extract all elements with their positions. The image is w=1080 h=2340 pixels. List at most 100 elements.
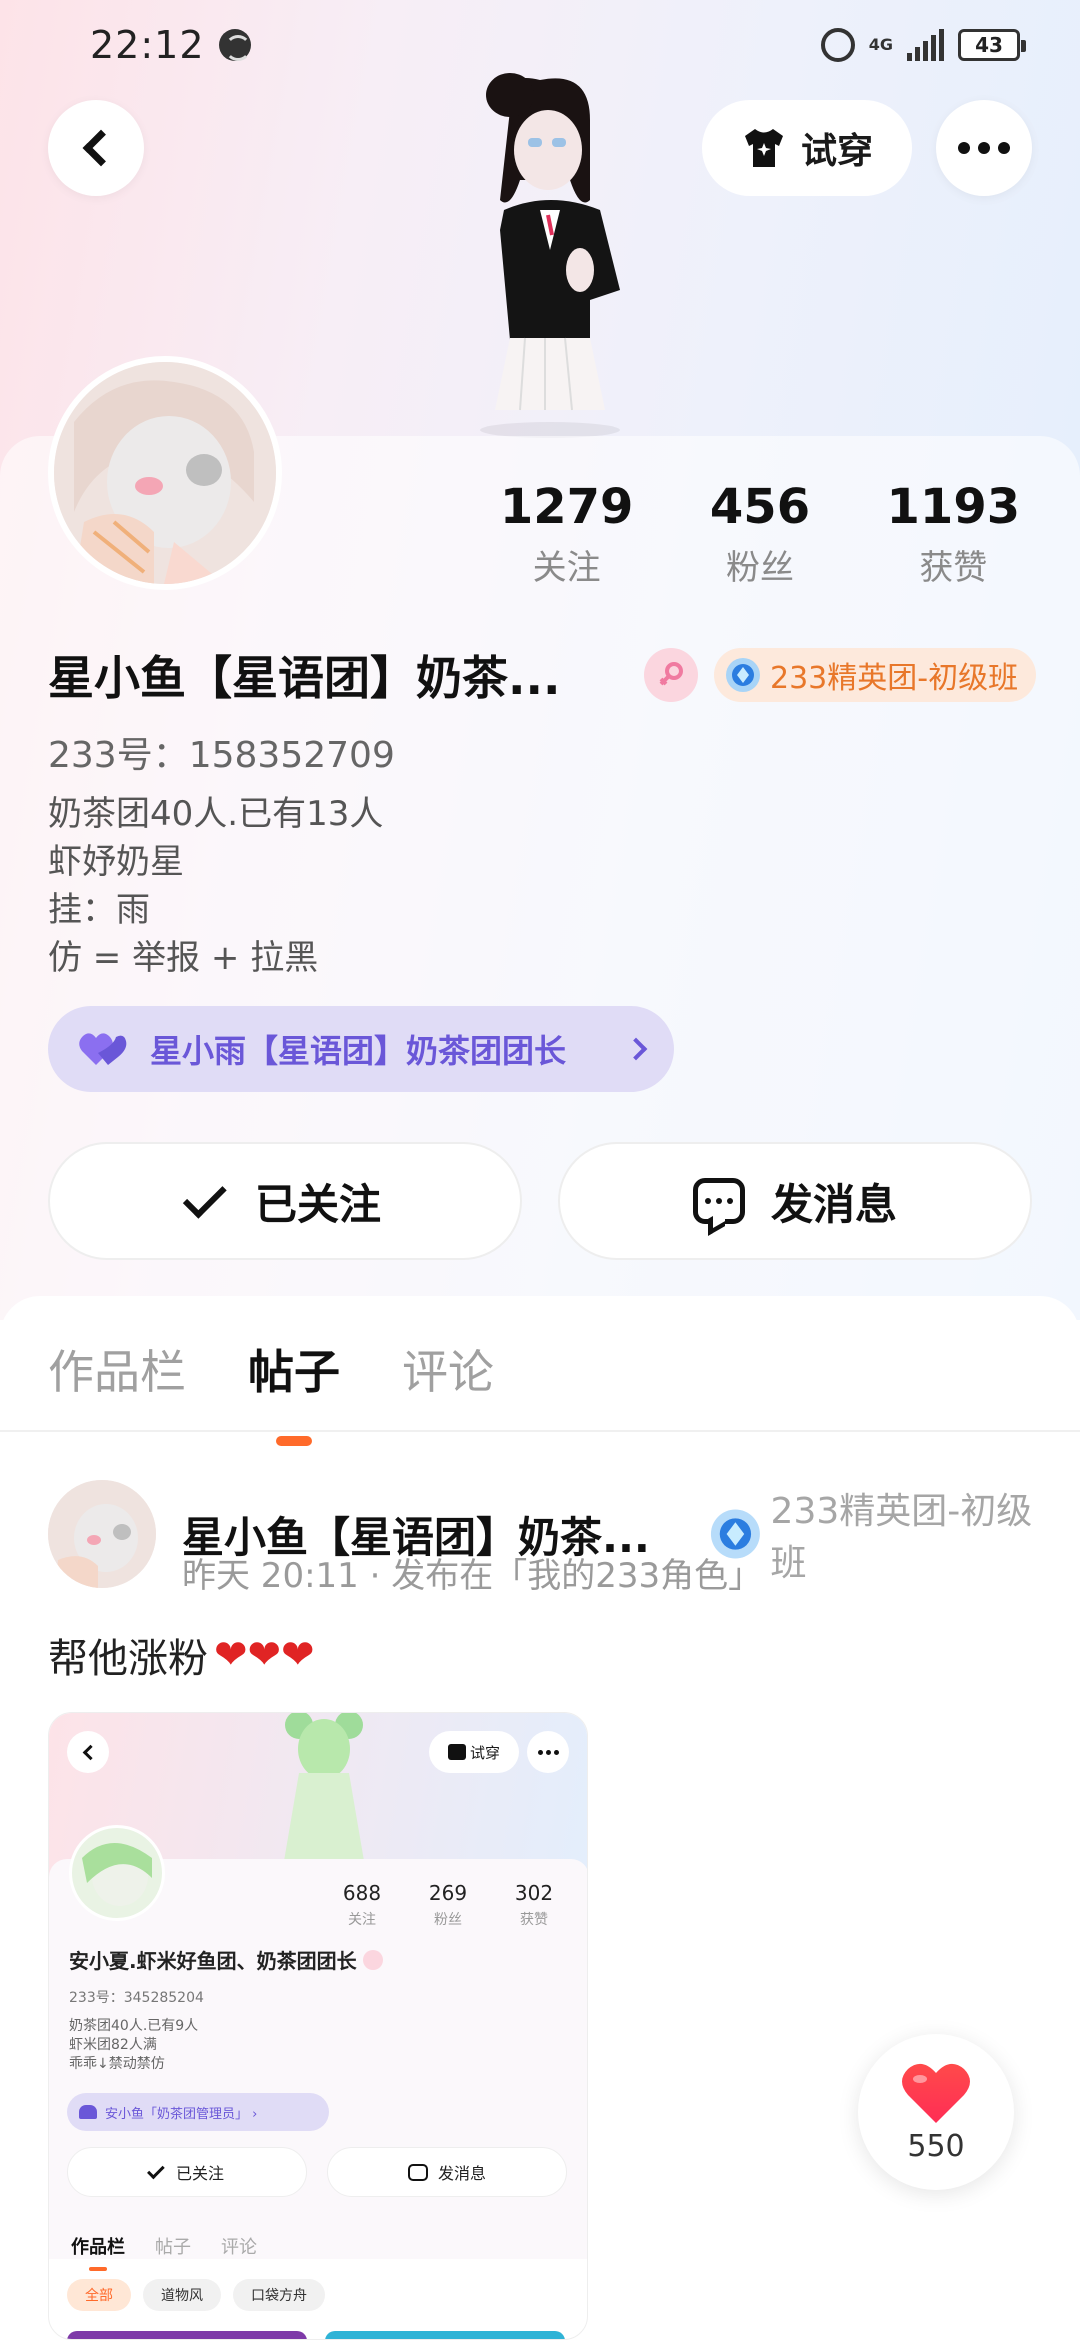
stat-value: 1279 — [499, 479, 634, 535]
bio-line: 奶茶团40人.已有13人 — [48, 794, 384, 834]
stat-value: 456 — [709, 479, 811, 535]
network-label: 4G — [868, 35, 893, 54]
female-gender-icon — [362, 1949, 383, 1970]
post-image-group-label: 安小鱼「奶茶团管理员」 › — [105, 2106, 258, 2122]
tab-posts-label: 帖子 — [248, 1345, 340, 1399]
try-on-label: 试穿 — [469, 1743, 500, 1762]
chevron-right-icon — [624, 1037, 648, 1061]
stat-value: 269 — [428, 1881, 468, 1905]
active-tab-indicator — [276, 1436, 312, 1446]
post-image-name-text: 安小夏.虾米好鱼团、奶茶团团长 — [69, 1949, 357, 1973]
post-image-figure — [284, 1713, 364, 1861]
following-button[interactable]: 已关注 — [48, 1142, 522, 1260]
check-icon — [147, 2161, 165, 2179]
group-heart-icon — [79, 1033, 127, 1065]
status-time: 22:12 — [90, 23, 205, 67]
user-id: 233号：158352709 — [48, 735, 395, 776]
more-dots-icon — [958, 142, 1010, 154]
post-image-chips: 全部 道物风 口袋方舟 — [67, 2279, 325, 2311]
post-image-name: 安小夏.虾米好鱼团、奶茶团团长 — [69, 1945, 383, 1974]
post-image-stats: 688 关注 269 粉丝 302 获赞 — [319, 1881, 577, 1929]
post-image-follow-label: 已关注 — [175, 2164, 224, 2183]
tab-posts[interactable]: 帖子 — [248, 1336, 340, 1446]
bio-line: 挂：雨 — [48, 890, 150, 930]
post-rank-text: 233精英团-初级班 — [770, 1491, 1033, 1584]
battery-icon: 43 — [958, 29, 1026, 61]
stat-likes: 1193 获赞 — [857, 478, 1050, 589]
back-icon — [67, 1731, 109, 1773]
bio-line: 虾妤奶星 — [48, 842, 184, 882]
post-image-tab: 帖子 — [155, 2237, 191, 2258]
following-label: 已关注 — [254, 1179, 381, 1229]
stat-label: 关注 — [348, 1912, 376, 1928]
alarm-icon — [820, 28, 855, 62]
stat-followers[interactable]: 456 粉丝 — [663, 478, 856, 589]
profile-tabs: 作品栏 帖子 评论 — [48, 1336, 494, 1446]
post-image-avatar — [69, 1825, 165, 1921]
stat-label: 关注 — [532, 548, 601, 588]
profile-name: 星小鱼【星语团】奶茶... — [48, 651, 561, 705]
rank-text: 233精英团-初级班 — [770, 661, 1019, 696]
try-on-button[interactable]: 试穿 — [702, 100, 912, 196]
bio-line: 虾米团82人满 — [69, 2037, 157, 2053]
stat-value: 302 — [514, 1881, 554, 1905]
post-image[interactable]: 试穿 688 关注 269 粉丝 302 获赞 安小夏.虾米好鱼团、奶茶团团长 233… — [48, 1712, 588, 2340]
globe-icon — [218, 29, 251, 61]
rank-badge[interactable]: 233精英团-初级班 — [714, 648, 1037, 702]
post-author-avatar[interactable] — [48, 1480, 156, 1588]
name-row: 星小鱼【星语团】奶茶... 233精英团-初级班 — [48, 640, 1048, 710]
heart-emojis: ❤❤❤ — [214, 1632, 315, 1678]
back-button[interactable] — [48, 100, 144, 196]
more-button[interactable] — [936, 100, 1032, 196]
avatar[interactable] — [48, 356, 282, 590]
post-image-tabs: 作品栏 帖子 评论 — [71, 2233, 257, 2259]
avatar-3d-figure — [480, 73, 620, 438]
post-image-message: 发消息 — [327, 2147, 567, 2197]
stat-value: 688 — [342, 1881, 382, 1905]
shirt-icon — [744, 129, 783, 167]
stat-label: 获赞 — [919, 548, 988, 588]
chat-icon — [407, 2163, 428, 2181]
group-role-label: 星小雨【星语团】奶茶团团长 — [150, 1032, 567, 1070]
like-button[interactable]: 550 — [858, 2034, 1014, 2190]
group-heart-icon — [79, 2105, 97, 2119]
post-image-chip: 口袋方舟 — [233, 2279, 325, 2311]
shirt-icon — [447, 1744, 466, 1760]
bio-line: 乖乖↓禁动禁仿 — [69, 2056, 165, 2072]
post-text: 帮他涨粉 — [48, 1636, 208, 1682]
post-image-follow: 已关注 — [67, 2147, 307, 2197]
back-arrow-icon — [82, 129, 120, 167]
signal-icon — [907, 29, 944, 61]
post-image-thumbs — [67, 2331, 565, 2339]
post-image-thumb — [325, 2331, 565, 2339]
post-image-tab: 评论 — [221, 2237, 257, 2258]
post-meta: 昨天 20:11 · 发布在「我的233角色」 — [182, 1556, 763, 1596]
post-body: 帮他涨粉 ❤❤❤ — [48, 1626, 315, 1684]
profile-stats: 1279 关注 456 粉丝 1193 获赞 — [470, 478, 1050, 589]
check-icon — [182, 1174, 227, 1219]
bio-line: 仿 = 举报 + 拉黑 — [48, 938, 319, 978]
group-role-pill[interactable]: 星小雨【星语团】奶茶团团长 — [48, 1006, 674, 1092]
stat-value: 1193 — [886, 479, 1021, 535]
bio-line: 奶茶团40人.已有9人 — [69, 2018, 199, 2034]
try-on-label: 试穿 — [800, 131, 873, 172]
stat-label: 获赞 — [520, 1912, 548, 1928]
chat-icon — [692, 1178, 745, 1224]
tab-works[interactable]: 作品栏 — [48, 1336, 186, 1402]
tab-comments[interactable]: 评论 — [402, 1336, 494, 1402]
more-icon — [527, 1731, 569, 1773]
send-message-label: 发消息 — [770, 1179, 897, 1229]
post-image-group-pill: 安小鱼「奶茶团管理员」 › — [67, 2093, 329, 2131]
post-image-thumb — [67, 2331, 307, 2339]
heart-icon — [902, 2063, 970, 2123]
post-image-tab: 作品栏 — [71, 2233, 125, 2259]
post-image-chip: 道物风 — [143, 2279, 221, 2311]
post-avatar-illustration — [48, 1480, 156, 1588]
bio: 奶茶团40人.已有13人 虾妤奶星 挂：雨 仿 = 举报 + 拉黑 — [48, 790, 383, 982]
try-on-chip: 试穿 — [429, 1731, 519, 1773]
female-gender-icon — [644, 648, 698, 702]
like-count: 550 — [907, 2128, 965, 2164]
stat-following[interactable]: 1279 关注 — [470, 478, 663, 589]
send-message-button[interactable]: 发消息 — [558, 1142, 1032, 1260]
tabs-divider — [0, 1430, 1080, 1432]
